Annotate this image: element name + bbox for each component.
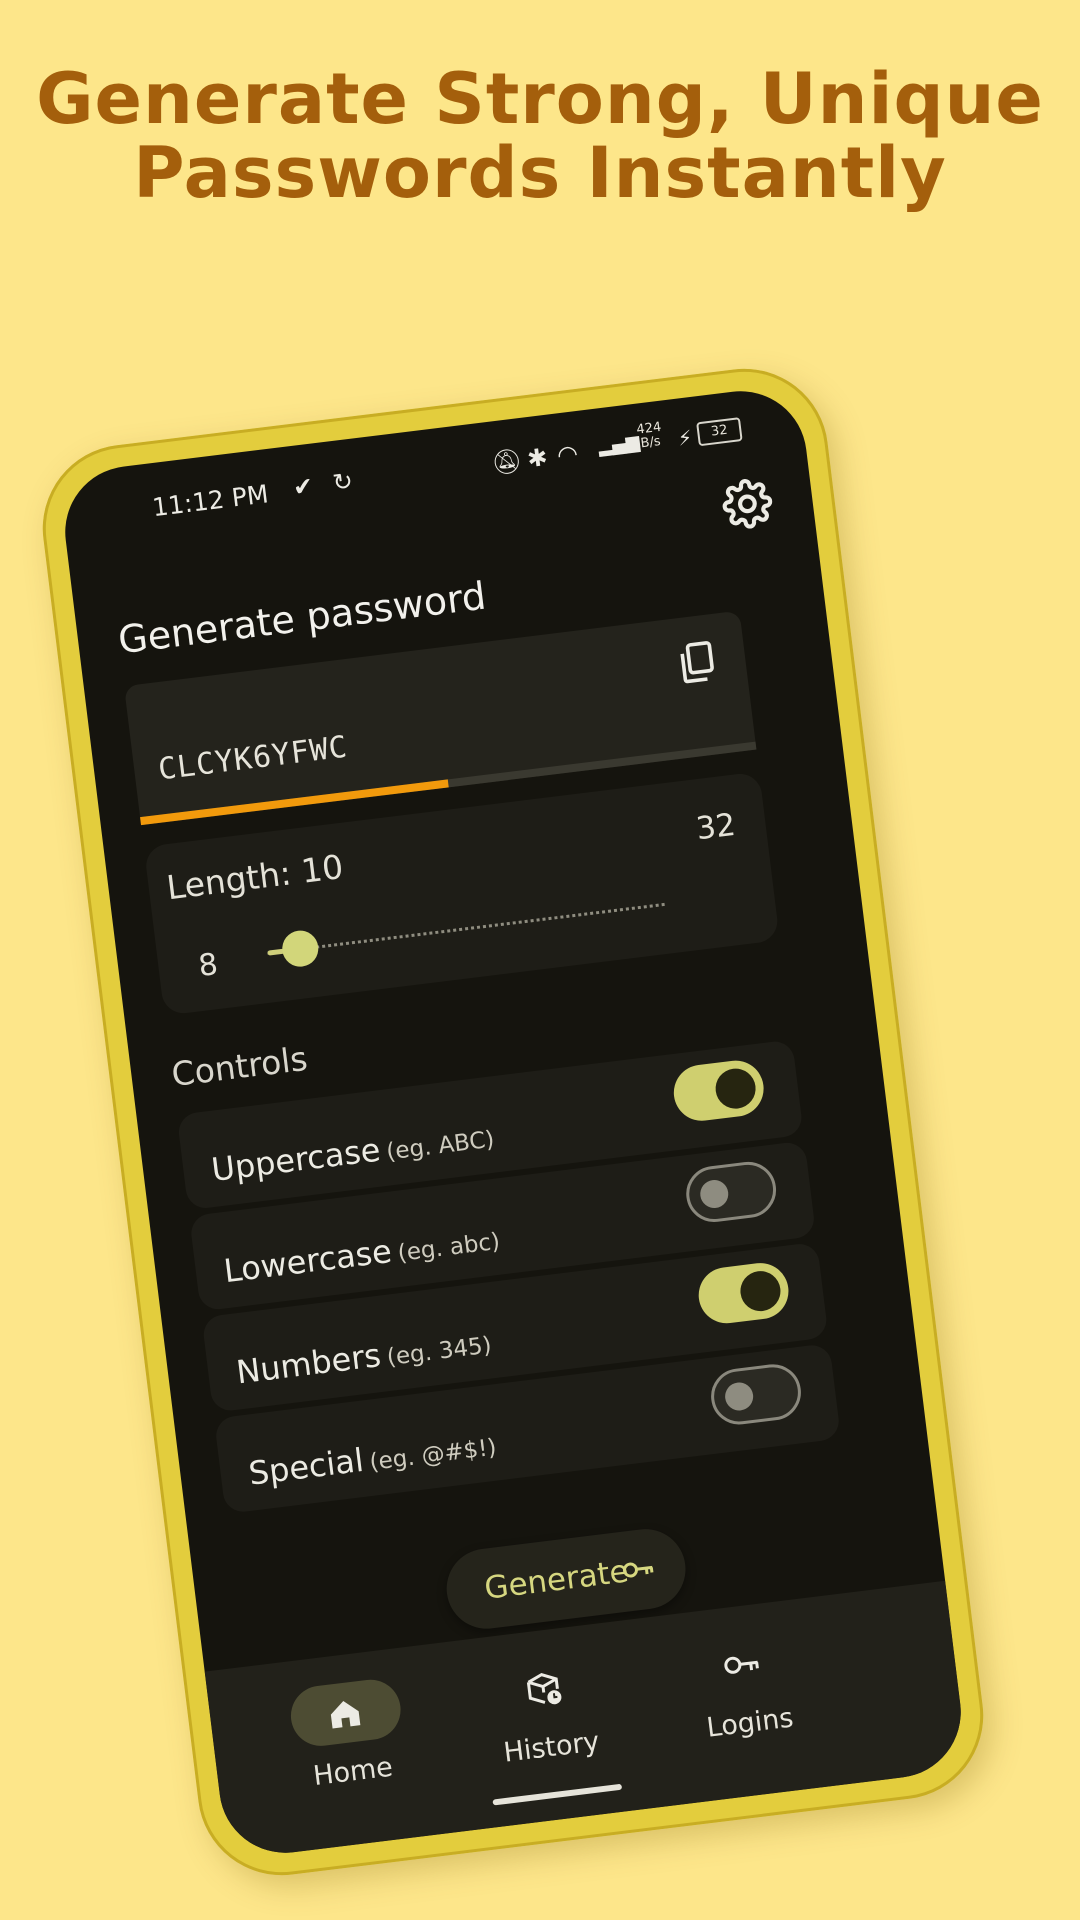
controls-heading: Controls: [169, 1038, 310, 1095]
control-name: Lowercase: [221, 1231, 394, 1291]
control-label: Uppercase (eg. ABC): [209, 1117, 496, 1189]
special-toggle[interactable]: [707, 1361, 805, 1428]
copy-icon: [680, 641, 714, 684]
key-icon: [622, 1562, 654, 1578]
phone-frame: 11:12 PM ✔ ↻ 🔕︎ ✱ ◠ ▂▄▆ 424 B/s ⚡︎ 32 Ge…: [33, 359, 993, 1885]
promo-headline: Generate Strong, Unique Passwords Instan…: [0, 62, 1080, 210]
network-speed: 424 B/s: [636, 420, 664, 452]
nav-logins[interactable]: Logins: [654, 1614, 841, 1784]
control-example: (eg. @#$!): [368, 1434, 498, 1476]
length-label: Length: 10: [164, 846, 346, 908]
charging-icon: ⚡︎: [676, 425, 694, 451]
signal-icon: ▂▄▆: [597, 431, 641, 458]
sync-icon: ↻: [331, 466, 355, 498]
generated-password[interactable]: CLCYK6YFWC: [156, 729, 349, 787]
promo-line-1: Generate Strong, Unique: [36, 58, 1044, 140]
key-icon: [724, 1656, 759, 1674]
settings-button[interactable]: [720, 476, 776, 532]
control-example: (eg. abc): [396, 1228, 502, 1267]
wifi-icon: ◠: [555, 439, 580, 470]
nav-label: History: [501, 1726, 602, 1769]
toggle-knob: [698, 1178, 730, 1210]
control-label: Special (eg. @#$!): [247, 1425, 499, 1493]
control-name: Uppercase: [209, 1130, 383, 1189]
nav-label: Home: [311, 1751, 395, 1793]
uppercase-toggle[interactable]: [670, 1057, 767, 1124]
mute-icon: 🔕︎: [489, 446, 524, 478]
toggle-knob: [723, 1380, 755, 1413]
gear-icon: [722, 479, 773, 529]
length-slider[interactable]: [265, 884, 667, 972]
length-max: 32: [694, 806, 738, 848]
copy-button[interactable]: [675, 638, 720, 687]
lowercase-toggle[interactable]: [683, 1158, 780, 1226]
promo-line-2: Passwords Instantly: [133, 132, 947, 214]
control-name: Special: [246, 1440, 366, 1493]
nav-history[interactable]: History: [455, 1638, 642, 1808]
control-example: (eg. 345): [385, 1332, 494, 1372]
toggle-knob: [713, 1066, 758, 1111]
control-example: (eg. ABC): [384, 1126, 496, 1166]
status-bar: 11:12 PM ✔ ↻ 🔕︎ ✱ ◠ ▂▄▆ 424 B/s ⚡︎ 32: [58, 384, 807, 544]
nav-home[interactable]: Home: [257, 1663, 444, 1833]
slider-thumb[interactable]: [280, 928, 321, 969]
nav-label: Logins: [705, 1702, 796, 1744]
battery-indicator: 32: [696, 417, 743, 447]
slider-track: [267, 902, 665, 955]
status-time: 11:12 PM: [150, 479, 271, 523]
app-screen: 11:12 PM ✔ ↻ 🔕︎ ✱ ◠ ▂▄▆ 424 B/s ⚡︎ 32 Ge…: [57, 383, 969, 1861]
bottom-navigation: Home History Logins: [204, 1580, 969, 1861]
control-name: Numbers: [234, 1336, 383, 1392]
history-icon: [526, 1673, 562, 1705]
length-min: 8: [196, 946, 220, 985]
home-icon: [330, 1700, 361, 1729]
bluetooth-icon: ✱: [525, 442, 550, 474]
shield-check-icon: ✔: [291, 471, 315, 502]
numbers-toggle[interactable]: [695, 1259, 792, 1327]
toggle-knob: [738, 1268, 783, 1314]
generate-label: Generate: [482, 1553, 631, 1607]
control-label: Numbers (eg. 345): [234, 1322, 493, 1391]
control-label: Lowercase (eg. abc): [222, 1219, 502, 1291]
network-speed-unit: B/s: [639, 433, 662, 452]
